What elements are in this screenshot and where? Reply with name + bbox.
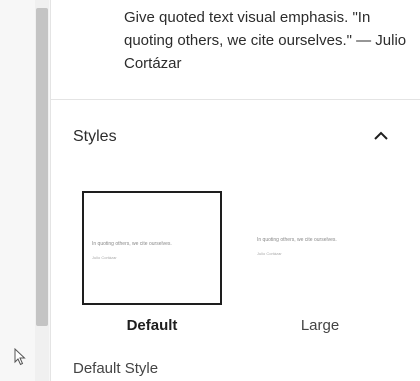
- preview-quote-text: In quoting others, we cite ourselves.: [92, 241, 172, 247]
- style-option-default-label[interactable]: Default: [82, 317, 222, 334]
- preview-citation: Julio Cortázar: [92, 255, 117, 260]
- style-option-large-label[interactable]: Large: [250, 317, 390, 334]
- section-divider: [51, 99, 420, 100]
- default-style-label: Default Style: [73, 360, 159, 377]
- preview-quote-text: In quoting others, we cite ourselves.: [257, 237, 337, 243]
- preview-citation: Julio Cortázar: [257, 251, 282, 256]
- style-option-large[interactable]: In quoting others, we cite ourselves. Ju…: [247, 191, 387, 305]
- scrollbar-thumb[interactable]: [36, 8, 48, 326]
- block-description: Give quoted text visual emphasis. "In qu…: [124, 9, 407, 72]
- mouse-pointer-icon: [14, 348, 26, 366]
- style-option-default[interactable]: In quoting others, we cite ourselves. Ju…: [82, 191, 222, 305]
- panel-divider: [50, 0, 51, 381]
- chevron-up-icon[interactable]: [372, 127, 390, 145]
- styles-panel-title: Styles: [73, 128, 117, 145]
